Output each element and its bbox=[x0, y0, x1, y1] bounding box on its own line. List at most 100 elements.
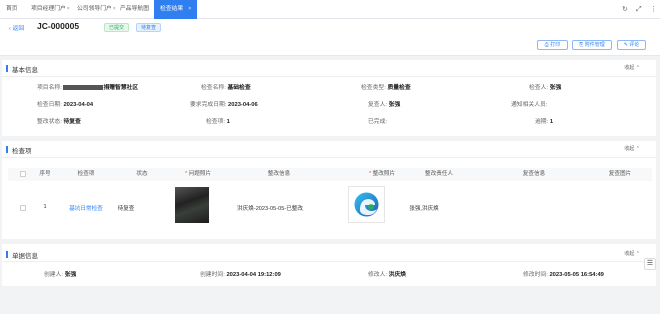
tab-label: 检查结果 bbox=[160, 6, 184, 12]
collapse-toggle[interactable]: 收起 ⌃ bbox=[624, 64, 640, 71]
comment-button[interactable]: ✎ 评论 bbox=[617, 40, 646, 50]
maximize-icon[interactable]: ⤢ bbox=[636, 0, 642, 19]
field-label: 项目名称: bbox=[37, 85, 62, 91]
field-value: 2023-04-04 19:12:09 bbox=[226, 272, 281, 278]
back-link[interactable]: ‹ 返回 bbox=[9, 23, 24, 32]
tab-home[interactable]: 首页 bbox=[6, 0, 18, 19]
field-notify: 通知相关人员: bbox=[511, 99, 547, 108]
field-label: 整改状态: bbox=[37, 119, 62, 125]
field-value: 质量检查 bbox=[387, 85, 411, 91]
collapse-toggle[interactable]: 收起 ⌃ bbox=[624, 250, 640, 257]
chevron-up-icon: ⌃ bbox=[635, 65, 640, 71]
section-title: 检查项 bbox=[6, 145, 32, 155]
row-checkbox[interactable] bbox=[20, 205, 26, 211]
rectify-photo-thumbnail[interactable] bbox=[348, 186, 385, 223]
section-title: 单据信息 bbox=[6, 250, 38, 260]
collapse-toggle[interactable]: 收起 ⌃ bbox=[624, 145, 640, 152]
field-modifier: 修改人: 洪庆焕 bbox=[368, 269, 406, 278]
select-all-checkbox[interactable] bbox=[20, 171, 26, 177]
collapse-label: 收起 bbox=[624, 65, 635, 71]
col-header-owner: 整改责任人 bbox=[425, 171, 453, 177]
divider bbox=[2, 76, 656, 77]
page-title: JC-000005 bbox=[37, 21, 80, 31]
more-icon[interactable]: ⋮ bbox=[650, 0, 657, 19]
field-value: 张强 bbox=[388, 102, 401, 108]
col-header-index: 序号 bbox=[39, 171, 51, 177]
field-label: 检查日期: bbox=[37, 102, 62, 108]
page-header: ‹ 返回 JC-000005 已提交 待复查 ⎙ 打印 ⎘ 附件管理 ✎ 评论 bbox=[0, 19, 660, 56]
col-header-rectify-info: 整改信息 bbox=[267, 171, 291, 177]
col-header-status: 状态 bbox=[136, 171, 148, 177]
settings-sliders-icon[interactable]: ☰ bbox=[644, 258, 656, 270]
attachment-label: 附件管理 bbox=[584, 42, 605, 48]
col-header-review-info: 复查信息 bbox=[522, 171, 546, 177]
col-header-review-image: 复查图片 bbox=[608, 171, 632, 177]
field-label: 检查名称: bbox=[201, 85, 226, 91]
tab-check-result[interactable]: 检查结果 × bbox=[154, 0, 198, 19]
table-header: 序号 检查项 状态 * 问题照片 整改信息 * 整改照片 整改责任人 复查信息 … bbox=[8, 168, 652, 181]
field-value: 2023-05-05 16:54:49 bbox=[549, 272, 604, 278]
back-label: 返回 bbox=[12, 26, 25, 32]
cell-item-link[interactable]: 基坑日常检查 bbox=[69, 204, 103, 212]
comment-label: 评论 bbox=[629, 42, 640, 48]
col-header-label: 问题照片 bbox=[188, 171, 212, 177]
field-label: 检查项: bbox=[206, 119, 226, 125]
field-check-date: 检查日期: 2023-04-04 bbox=[37, 99, 93, 108]
cell-rectify-info: 洪庆焕-2023-05-05-已整改 bbox=[237, 206, 303, 212]
field-check-type: 检查类型: 质量检查 bbox=[361, 82, 411, 91]
divider bbox=[2, 261, 656, 262]
tab-label: 首页 bbox=[6, 6, 18, 12]
field-label: 已完成: bbox=[368, 119, 388, 125]
field-value: 2023-04-04 bbox=[63, 102, 94, 108]
section-title: 基本信息 bbox=[6, 64, 38, 74]
field-label: 复查人: bbox=[368, 102, 388, 108]
field-label: 创建人: bbox=[44, 272, 64, 278]
attachment-button[interactable]: ⎘ 附件管理 bbox=[572, 40, 612, 50]
tab-close-icon[interactable]: × bbox=[113, 0, 116, 19]
tab-label: 项目经理门户 bbox=[31, 6, 66, 12]
cell-status: 待复查 bbox=[117, 206, 135, 212]
chevron-up-icon: ⌃ bbox=[635, 251, 640, 257]
field-overdue: 逾期: 1 bbox=[535, 116, 553, 125]
field-modified-time: 修改时间: 2023-05-05 16:54:49 bbox=[523, 269, 604, 278]
basic-info-section: 基本信息 收起 ⌃ 项目名称: 捐赠智慧社区 检查名称: 基础检查 检查类型: … bbox=[2, 60, 656, 136]
tab-product-nav[interactable]: 产品导航图 bbox=[120, 0, 149, 19]
field-inspector: 检查人: 张强 bbox=[529, 82, 561, 91]
col-header-label: 整改照片 bbox=[372, 171, 396, 177]
field-reviewer: 复查人: 张强 bbox=[368, 99, 400, 108]
doc-info-section: 单据信息 收起 ⌃ 创建人: 张强 创建时间: 2023-04-04 19:12… bbox=[2, 244, 656, 286]
problem-photo-thumbnail[interactable] bbox=[175, 187, 209, 223]
field-label: 修改时间: bbox=[523, 272, 548, 278]
collapse-label: 收起 bbox=[624, 146, 635, 152]
refresh-icon[interactable]: ↻ bbox=[622, 0, 628, 19]
edge-logo-icon bbox=[354, 192, 379, 217]
print-label: 打印 bbox=[550, 42, 561, 48]
col-header-item: 检查项 bbox=[77, 171, 95, 177]
chevron-up-icon: ⌃ bbox=[635, 146, 640, 152]
field-label: 修改人: bbox=[368, 272, 388, 278]
field-created-time: 创建时间: 2023-04-04 19:12:09 bbox=[200, 269, 281, 278]
field-project: 项目名称: 捐赠智慧社区 bbox=[37, 82, 138, 91]
col-header-problem-photo: * 问题照片 bbox=[185, 168, 211, 181]
tab-pm-portal[interactable]: 项目经理门户× bbox=[31, 0, 70, 19]
redacted-block bbox=[63, 84, 104, 90]
tab-bar: 首页 项目经理门户× 公司领导门户× 产品导航图 检查结果 × ↻ ⤢ ⋮ bbox=[0, 0, 660, 19]
field-label: 检查人: bbox=[529, 85, 549, 91]
collapse-label: 收起 bbox=[624, 251, 635, 257]
field-label: 通知相关人员: bbox=[511, 102, 548, 108]
check-items-section: 检查项 收起 ⌃ 序号 检查项 状态 * 问题照片 整改信息 * 整改照片 整改… bbox=[2, 141, 656, 239]
field-value: 洪庆焕 bbox=[388, 272, 407, 278]
print-button[interactable]: ⎙ 打印 bbox=[537, 40, 568, 50]
field-check-item: 检查项: 1 bbox=[206, 116, 230, 125]
field-value: 1 bbox=[226, 119, 230, 125]
tab-leader-portal[interactable]: 公司领导门户× bbox=[77, 0, 116, 19]
status-badge-submitted: 已提交 bbox=[104, 23, 130, 32]
tab-close-icon[interactable]: × bbox=[188, 0, 191, 19]
field-value: 张强 bbox=[64, 272, 77, 278]
field-label: 要求完成日期: bbox=[190, 102, 227, 108]
tab-close-icon[interactable]: × bbox=[67, 0, 70, 19]
field-creator: 创建人: 张强 bbox=[44, 269, 76, 278]
field-value: 待复查 bbox=[63, 119, 81, 125]
field-label: 检查类型: bbox=[361, 85, 386, 91]
field-check-name: 检查名称: 基础检查 bbox=[201, 82, 251, 91]
